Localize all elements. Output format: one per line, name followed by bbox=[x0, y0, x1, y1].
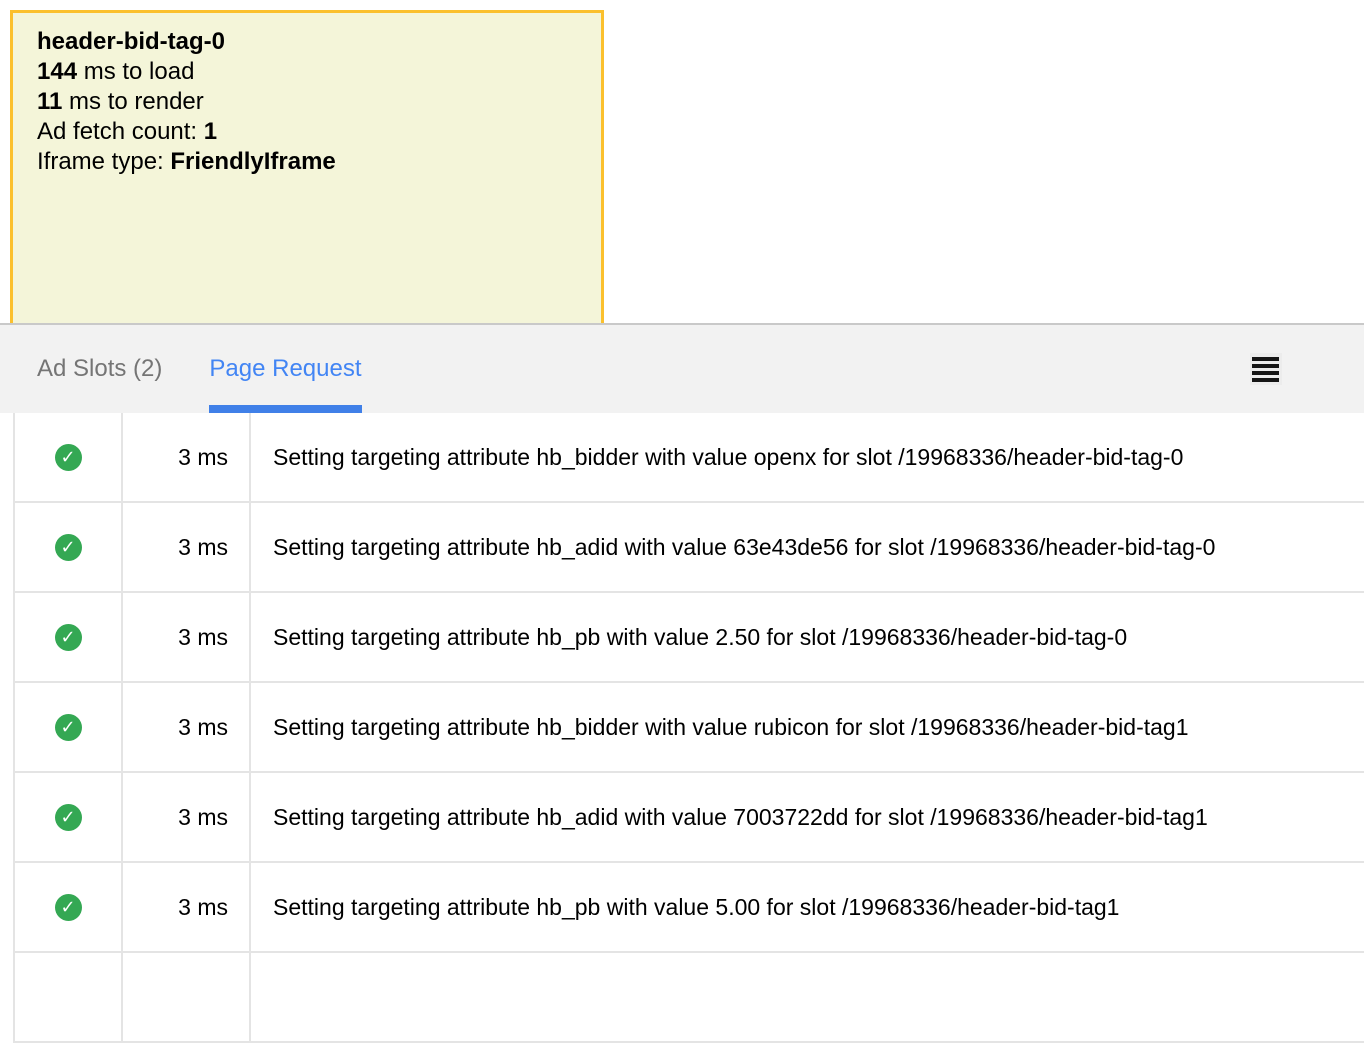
slot-iframe-type: Iframe type: FriendlyIframe bbox=[37, 147, 577, 177]
menu-bar bbox=[1252, 364, 1279, 368]
menu-bar bbox=[1252, 378, 1279, 382]
slot-title-text: header-bid-tag-0 bbox=[37, 28, 225, 55]
time-cell: 3 ms bbox=[123, 683, 251, 771]
table-row[interactable]: ✓ 3 ms Setting targeting attribute hb_ad… bbox=[15, 503, 1364, 593]
status-cell: ✓ bbox=[15, 593, 123, 681]
slot-info-panel: header-bid-tag-0 144 ms to load 11 ms to… bbox=[10, 10, 604, 323]
status-cell: ✓ bbox=[15, 503, 123, 591]
time-cell: 3 ms bbox=[123, 773, 251, 861]
table-row[interactable]: ✓ 3 ms Setting targeting attribute hb_bi… bbox=[15, 413, 1364, 503]
message-cell: Setting targeting attribute hb_pb with v… bbox=[251, 863, 1364, 951]
tab-ad-slots[interactable]: Ad Slots (2) bbox=[37, 325, 162, 413]
iframe-type-value: FriendlyIframe bbox=[170, 148, 335, 175]
table-row-partial bbox=[15, 953, 1364, 1043]
time-cell: 3 ms bbox=[123, 863, 251, 951]
table-row[interactable]: ✓ 3 ms Setting targeting attribute hb_bi… bbox=[15, 683, 1364, 773]
tab-ad-slots-label: Ad Slots (2) bbox=[37, 355, 162, 383]
message-cell: Setting targeting attribute hb_bidder wi… bbox=[251, 683, 1364, 771]
message-cell: Setting targeting attribute hb_bidder wi… bbox=[251, 413, 1364, 501]
slot-fetch-count: Ad fetch count: 1 bbox=[37, 117, 577, 147]
status-cell: ✓ bbox=[15, 863, 123, 951]
time-cell: 3 ms bbox=[123, 503, 251, 591]
menu-bar bbox=[1252, 371, 1279, 375]
status-cell: ✓ bbox=[15, 683, 123, 771]
check-circle-icon: ✓ bbox=[55, 534, 82, 561]
check-circle-icon: ✓ bbox=[55, 444, 82, 471]
render-time-label: ms to render bbox=[62, 88, 203, 115]
status-cell bbox=[15, 953, 123, 1041]
load-time-value: 144 bbox=[37, 58, 77, 85]
load-time-label: ms to load bbox=[77, 58, 194, 85]
list-menu-icon[interactable] bbox=[1250, 353, 1282, 385]
table-row[interactable]: ✓ 3 ms Setting targeting attribute hb_ad… bbox=[15, 773, 1364, 863]
menu-bar bbox=[1252, 357, 1279, 361]
check-circle-icon: ✓ bbox=[55, 714, 82, 741]
tab-page-request[interactable]: Page Request bbox=[209, 325, 361, 413]
table-row[interactable]: ✓ 3 ms Setting targeting attribute hb_pb… bbox=[15, 863, 1364, 953]
check-circle-icon: ✓ bbox=[55, 624, 82, 651]
page-request-log-table: ✓ 3 ms Setting targeting attribute hb_bi… bbox=[13, 413, 1364, 1043]
table-row[interactable]: ✓ 3 ms Setting targeting attribute hb_pb… bbox=[15, 593, 1364, 683]
message-cell: Setting targeting attribute hb_adid with… bbox=[251, 773, 1364, 861]
render-time-value: 11 bbox=[37, 88, 62, 115]
page-top-area: header-bid-tag-0 144 ms to load 11 ms to… bbox=[0, 0, 1364, 323]
active-tab-indicator bbox=[209, 405, 361, 413]
tab-page-request-label: Page Request bbox=[209, 355, 361, 383]
slot-title: header-bid-tag-0 bbox=[37, 27, 577, 57]
message-cell: Setting targeting attribute hb_pb with v… bbox=[251, 593, 1364, 681]
time-cell: 3 ms bbox=[123, 593, 251, 681]
check-circle-icon: ✓ bbox=[55, 804, 82, 831]
message-cell bbox=[251, 953, 1364, 1041]
fetch-count-label: Ad fetch count: bbox=[37, 118, 204, 145]
status-cell: ✓ bbox=[15, 773, 123, 861]
time-cell: 3 ms bbox=[123, 413, 251, 501]
check-circle-icon: ✓ bbox=[55, 894, 82, 921]
fetch-count-value: 1 bbox=[204, 118, 217, 145]
slot-load-time: 144 ms to load bbox=[37, 57, 577, 87]
iframe-type-label: Iframe type: bbox=[37, 148, 170, 175]
console-tab-bar: Ad Slots (2) Page Request bbox=[0, 323, 1364, 413]
slot-render-time: 11 ms to render bbox=[37, 87, 577, 117]
time-cell bbox=[123, 953, 251, 1041]
message-cell: Setting targeting attribute hb_adid with… bbox=[251, 503, 1364, 591]
status-cell: ✓ bbox=[15, 413, 123, 501]
